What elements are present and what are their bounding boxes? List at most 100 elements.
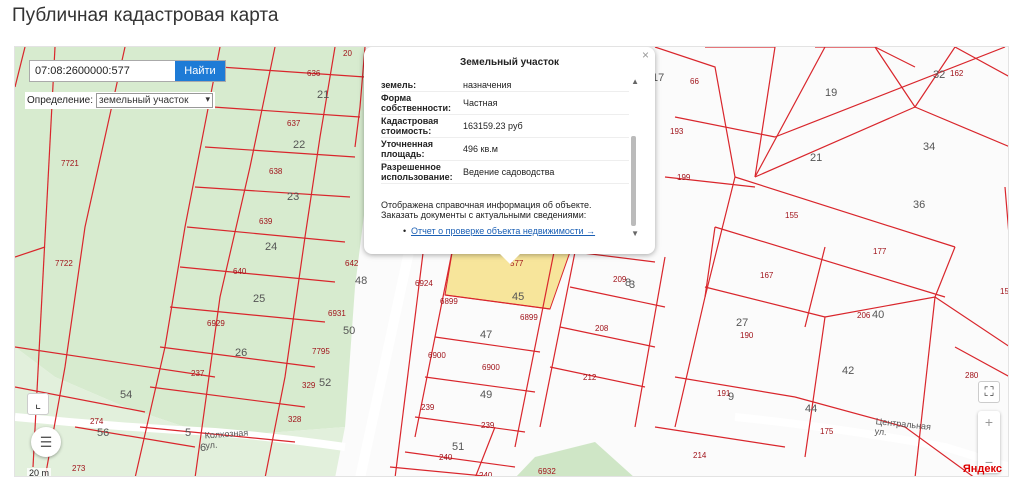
block-number-label: 44 [805,403,818,415]
ruler-icon: ⌞ [34,396,42,411]
parcel-number-label: 642 [345,259,359,268]
parcel-number-label: 7721 [61,159,79,168]
layers-button[interactable]: ☰ [31,427,61,457]
popup-row: Кадастровая стоимость: 163159.23 руб [381,115,629,138]
parcel-number-label: 167 [760,271,774,280]
parcel-number-label: 237 [191,369,205,378]
popup-row: Уточненная площадь: 496 кв.м [381,138,629,161]
scrollbar-thumb[interactable] [631,136,636,226]
definition-selected: земельный участок [99,95,189,106]
block-number-label: 42 [842,365,855,377]
block-number-label: 47 [480,329,493,341]
parcel-number-label: 206 [857,311,871,320]
popup-row-value: Ведение садоводства [463,167,555,177]
search-input[interactable] [30,61,175,81]
parcel-number-label: 6899 [520,313,538,322]
layers-icon: ☰ [39,433,53,450]
search-button[interactable]: Найти [175,61,225,81]
block-number-label: 49 [480,389,493,401]
zoom-slider[interactable] [978,433,1000,451]
parcel-number-label: 240 [439,453,453,462]
search-box: Найти [29,60,226,82]
parcel-number-label: 6899 [440,297,458,306]
popup-row-key: Разрешенное использование: [381,162,453,182]
popup-row: земель: назначения [381,79,629,92]
block-number-label: 56 [97,427,110,439]
parcel-number-label: 6932 [538,467,556,476]
block-number-label: 34 [923,141,936,153]
definition-row: Определение: земельный участок ▾ [25,92,216,109]
block-number-label: 27 [736,317,749,329]
zoom-in-button[interactable]: + [978,411,1000,433]
block-number-label: 23 [287,191,300,203]
parcel-number-label: 240 [479,471,493,477]
parcel-number-label: 156 [1000,287,1009,296]
block-number-label: 19 [825,87,838,99]
parcel-number-label: 66 [690,77,699,86]
definition-label: Определение: [27,95,94,106]
block-number-label: 22 [293,139,306,151]
block-number-label: 52 [319,377,332,389]
block-number-label: 9 [728,391,735,403]
popup-row-key: Форма собственности: [381,93,451,113]
parcel-number-label: 162 [950,69,964,78]
popup-row-value: 163159.23 руб [463,121,523,131]
block-number-label: 5 [185,427,192,439]
fullscreen-icon: ⛶ [984,384,994,399]
attribution-logo: Яндекс [962,463,1002,475]
page-title: Публичная кадастровая карта [12,5,279,26]
block-number-label: 50 [343,325,356,337]
parcel-number-label: 636 [307,69,321,78]
block-number-label: 40 [872,309,885,321]
parcel-number-label: 155 [785,211,799,220]
parcel-number-label: 199 [677,173,691,182]
parcel-number-label: 175 [820,427,834,436]
block-number-label: 24 [265,241,278,253]
popup-table: земель: назначения Форма собственности: … [381,79,629,184]
parcel-number-label: 20 [343,49,352,58]
ruler-button[interactable]: ⌞ [27,393,49,415]
parcel-number-label: 273 [72,464,86,473]
popup-title: Земельный участок [459,57,560,68]
road-main [355,245,415,476]
fullscreen-button[interactable]: ⛶ [978,381,1000,403]
parcel-number-label: 190 [740,331,754,340]
block-number-label: 36 [913,199,926,211]
popup-row-value: 496 кв.м [463,144,498,154]
block-number-label: 48 [355,275,368,287]
scroll-down-icon[interactable]: ▼ [631,229,639,238]
bullet-icon: • [403,226,407,236]
cadastral-map[interactable]: 20 636 21 637 22 638 23 639 24 640 25 642 48 6931 50 77… [14,46,1009,477]
parcel-number-label: 208 [595,324,609,333]
popup-row-key: Кадастровая стоимость: [381,116,439,136]
parcel-number-label: 6929 [207,319,225,328]
parcel-number-label: 637 [287,119,301,128]
block-number-label: 54 [120,389,133,401]
parcel-number-label: 7795 [312,347,330,356]
parcel-number-label: 193 [670,127,684,136]
parcel-number-label: 280 [965,371,979,380]
chevron-down-icon: ▾ [205,94,211,104]
block-number-label: 45 [512,291,525,303]
parcel-number-label: 177 [873,247,887,256]
block-number-label: 25 [253,293,266,305]
parcel-number-label: 212 [583,373,597,382]
definition-select[interactable]: земельный участок ▾ [96,93,214,108]
popup-note: Отображена справочная информация об объе… [381,200,592,220]
parcel-number-label: 6900 [428,351,446,360]
parcel-number-label: 214 [693,451,707,460]
info-popup: × Земельный участок земель: назначения Ф… [364,47,655,264]
popup-row-value: назначения [463,80,512,90]
popup-row: Разрешенное использование: Ведение садов… [381,161,629,184]
popup-row: Форма собственности: Частная [381,92,629,115]
popup-row-value: Частная [463,98,498,108]
popup-scrollbar[interactable] [631,80,637,230]
parcel-number-label: 638 [269,167,283,176]
parcel-number-label: 6900 [482,363,500,372]
forest-area-3 [516,442,633,476]
block-number-label: 3 [629,279,636,291]
block-number-label: 26 [235,347,248,359]
parcel-number-label: 639 [259,217,273,226]
parcel-number-label: 274 [90,417,104,426]
check-report-link[interactable]: Отчет о проверке объекта недвижимости → [411,226,595,236]
